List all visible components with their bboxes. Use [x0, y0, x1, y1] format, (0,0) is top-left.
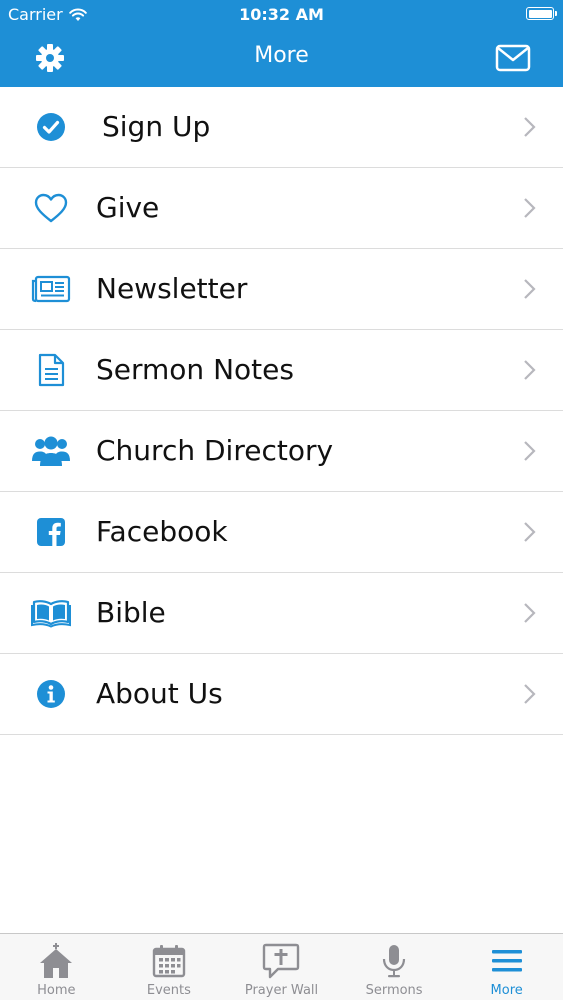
chevron-right-icon — [524, 603, 536, 623]
header: Carrier 10:32 AM More — [0, 0, 563, 87]
battery-icon — [526, 7, 557, 20]
tab-events[interactable]: Events — [113, 934, 226, 1000]
calendar-icon — [149, 942, 189, 980]
document-icon — [30, 349, 72, 391]
status-bar: Carrier 10:32 AM — [0, 0, 563, 30]
newspaper-icon — [30, 268, 72, 310]
tab-bar: Home Events Prayer Wall Sermons More — [0, 933, 563, 1000]
info-icon — [30, 673, 72, 715]
menu-item-facebook[interactable]: Facebook — [0, 492, 563, 573]
menu-item-sermon-notes[interactable]: Sermon Notes — [0, 330, 563, 411]
microphone-icon — [374, 942, 414, 980]
cross-speech-bubble-icon — [261, 942, 301, 980]
mail-icon — [495, 44, 531, 72]
church-icon — [36, 942, 76, 980]
chevron-right-icon — [524, 441, 536, 461]
mail-button[interactable] — [494, 43, 532, 73]
menu-item-newsletter[interactable]: Newsletter — [0, 249, 563, 330]
menu-item-give[interactable]: Give — [0, 168, 563, 249]
menu-item-label: Facebook — [96, 514, 228, 548]
tab-label: Events — [146, 983, 191, 998]
page-title: More — [254, 43, 309, 68]
facebook-icon — [30, 511, 72, 553]
tab-home[interactable]: Home — [0, 934, 113, 1000]
chevron-right-icon — [524, 522, 536, 542]
heart-icon — [30, 187, 72, 229]
check-circle-icon — [30, 106, 72, 148]
menu-item-bible[interactable]: Bible — [0, 573, 563, 654]
tab-label: Prayer Wall — [244, 983, 319, 998]
menu-item-church-directory[interactable]: Church Directory — [0, 411, 563, 492]
tab-prayer-wall[interactable]: Prayer Wall — [225, 934, 338, 1000]
menu-item-label: Sign Up — [102, 109, 211, 143]
chevron-right-icon — [524, 279, 536, 299]
hamburger-menu-icon — [487, 942, 527, 980]
menu-item-label: About Us — [96, 676, 223, 710]
tab-label: More — [490, 983, 523, 998]
open-book-icon — [30, 592, 72, 634]
menu-item-about-us[interactable]: About Us — [0, 654, 563, 735]
navigation-bar: More — [0, 30, 563, 87]
chevron-right-icon — [524, 117, 536, 137]
tab-label: Home — [37, 983, 76, 998]
chevron-right-icon — [524, 684, 536, 704]
more-menu-list: Sign Up Give Newsletter Sermon Notes Chu… — [0, 87, 563, 735]
tab-label: Sermons — [365, 983, 423, 998]
menu-item-label: Bible — [96, 595, 166, 629]
menu-item-sign-up[interactable]: Sign Up — [0, 87, 563, 168]
people-icon — [30, 430, 72, 472]
menu-item-label: Give — [96, 190, 160, 224]
tab-more[interactable]: More — [450, 934, 563, 1000]
menu-item-label: Church Directory — [96, 433, 334, 467]
status-time: 10:32 AM — [239, 5, 324, 24]
menu-item-label: Sermon Notes — [96, 352, 294, 386]
more-screen: Carrier 10:32 AM More Sign Up Give Newsl… — [0, 0, 563, 1000]
tab-sermons[interactable]: Sermons — [338, 934, 451, 1000]
menu-item-label: Newsletter — [96, 271, 248, 305]
chevron-right-icon — [524, 360, 536, 380]
chevron-right-icon — [524, 198, 536, 218]
